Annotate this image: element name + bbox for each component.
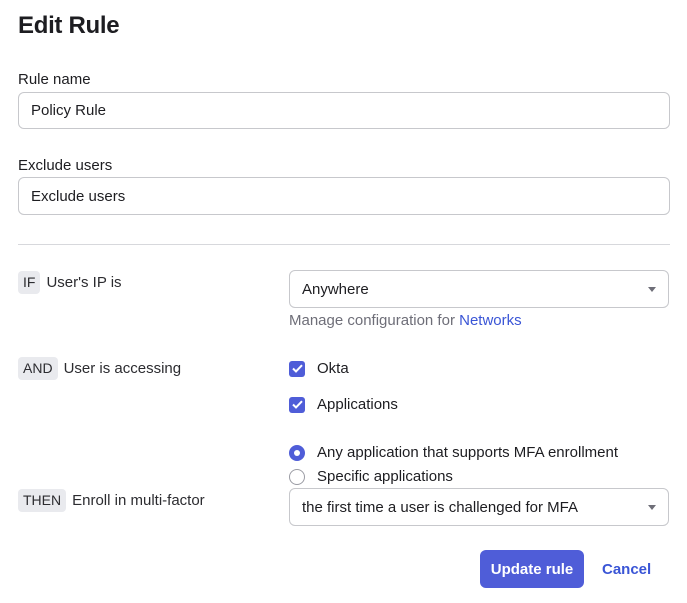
- chevron-down-icon: [648, 286, 656, 292]
- if-keyword-badge: IF: [18, 271, 41, 294]
- radio-selected-icon[interactable]: [289, 444, 305, 461]
- chevron-down-icon: [648, 504, 656, 510]
- checkbox-checked-icon[interactable]: [289, 396, 305, 413]
- then-condition-text: Enroll in multi-factor: [72, 492, 205, 509]
- rule-name-input[interactable]: Policy Rule: [18, 92, 670, 129]
- and-condition: AND User is accessing: [18, 357, 181, 380]
- radio-any-application[interactable]: Any application that supports MFA enroll…: [289, 444, 618, 461]
- checkbox-applications-label: Applications: [317, 396, 398, 413]
- checkbox-applications[interactable]: Applications: [289, 396, 398, 413]
- ip-location-select[interactable]: Anywhere: [289, 270, 669, 308]
- ip-location-selected: Anywhere: [302, 280, 369, 298]
- if-condition: IF User's IP is: [18, 271, 122, 294]
- exclude-users-placeholder: Exclude users: [31, 187, 126, 205]
- exclude-users-label: Exclude users: [18, 157, 113, 174]
- radio-specific-applications-label: Specific applications: [317, 468, 453, 485]
- exclude-users-input[interactable]: Exclude users: [18, 177, 670, 215]
- checkbox-okta[interactable]: Okta: [289, 360, 349, 377]
- networks-link[interactable]: Networks: [459, 312, 522, 329]
- enroll-frequency-selected: the first time a user is challenged for …: [302, 498, 578, 516]
- radio-specific-applications[interactable]: Specific applications: [289, 468, 453, 485]
- and-condition-text: User is accessing: [63, 360, 182, 377]
- then-keyword-badge: THEN: [18, 489, 67, 512]
- radio-any-application-label: Any application that supports MFA enroll…: [317, 444, 618, 461]
- radio-unselected-icon[interactable]: [289, 468, 305, 485]
- then-condition: THEN Enroll in multi-factor: [18, 489, 205, 512]
- section-divider: [18, 244, 670, 245]
- cancel-button[interactable]: Cancel: [602, 550, 651, 588]
- checkbox-checked-icon[interactable]: [289, 360, 305, 377]
- enroll-frequency-select[interactable]: the first time a user is challenged for …: [289, 488, 669, 526]
- if-condition-text: User's IP is: [46, 274, 122, 291]
- rule-name-value: Policy Rule: [31, 102, 107, 119]
- page-title: Edit Rule: [18, 12, 120, 39]
- networks-help: Manage configuration for Networks: [289, 312, 522, 329]
- and-keyword-badge: AND: [18, 357, 58, 380]
- networks-help-text: Manage configuration for: [289, 312, 455, 329]
- update-rule-button[interactable]: Update rule: [480, 550, 584, 588]
- rule-name-label: Rule name: [18, 71, 91, 88]
- checkbox-okta-label: Okta: [317, 360, 349, 377]
